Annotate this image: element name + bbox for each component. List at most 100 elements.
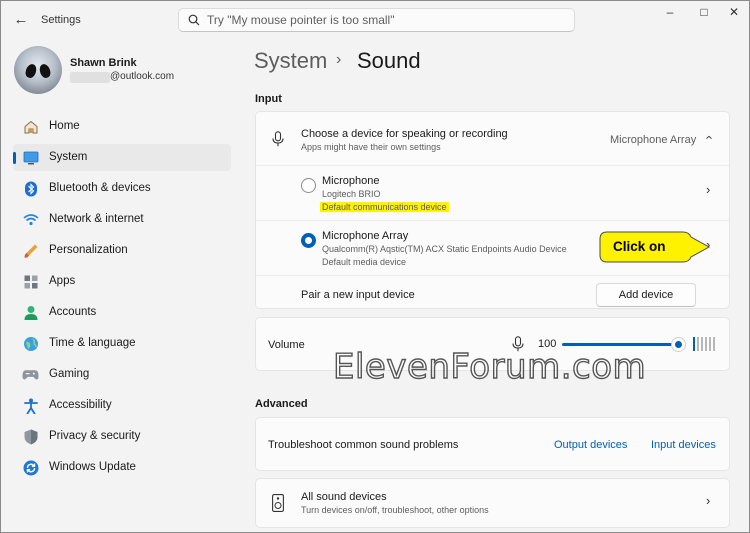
sidebar-item-system[interactable]: System xyxy=(13,144,231,171)
minimize-icon[interactable]: – xyxy=(653,3,687,21)
troubleshoot-card: Troubleshoot common sound problems Outpu… xyxy=(255,417,730,471)
sidebar-item-accounts[interactable]: Accounts xyxy=(13,299,231,326)
privacy-shield-icon xyxy=(22,428,39,445)
sidebar-item-personalization[interactable]: Personalization xyxy=(13,237,231,264)
sidebar-item-label: Gaming xyxy=(49,368,90,380)
sidebar-item-privacy-security[interactable]: Privacy & security xyxy=(13,423,231,450)
sidebar-item-label: Accessibility xyxy=(49,399,112,411)
chevron-up-icon[interactable]: › xyxy=(701,135,716,139)
search-icon xyxy=(188,14,200,26)
sidebar-item-label: System xyxy=(49,151,88,163)
radio-microphone[interactable] xyxy=(301,178,316,193)
breadcrumb-chevron-icon: › xyxy=(336,51,342,68)
sidebar-item-label: Accounts xyxy=(49,306,97,318)
meter-bar xyxy=(705,337,707,351)
meter-bar xyxy=(701,337,703,351)
profile-email: @outlook.com xyxy=(110,71,175,82)
meter-bar xyxy=(709,337,711,351)
sidebar-item-gaming[interactable]: Gaming xyxy=(13,361,231,388)
sidebar-item-label: Personalization xyxy=(49,244,128,256)
avatar-eye-left xyxy=(23,62,39,80)
device-name: Microphone xyxy=(322,175,380,187)
sidebar-item-label: Windows Update xyxy=(49,461,136,473)
device-detail: Qualcomm(R) Aqstic(TM) ACX Static Endpoi… xyxy=(322,244,567,254)
apps-icon xyxy=(22,273,39,290)
choose-device-title: Choose a device for speaking or recordin… xyxy=(301,128,508,140)
accounts-icon xyxy=(22,304,39,321)
callout-text: Click on xyxy=(613,239,666,254)
radio-microphone-array[interactable] xyxy=(301,233,316,248)
network-icon xyxy=(22,211,39,228)
volume-level-meter xyxy=(693,337,717,351)
all-sound-devices-card[interactable]: All sound devices Turn devices on/off, t… xyxy=(255,478,730,528)
meter-bar xyxy=(693,337,695,351)
settings-window: ← Settings – □ ✕ Shawn Brink @outlook.co… xyxy=(0,0,750,533)
meter-bar xyxy=(697,337,699,351)
volume-slider-thumb[interactable] xyxy=(671,337,686,352)
sidebar-item-windows-update[interactable]: Windows Update xyxy=(13,454,231,481)
profile-name: Shawn Brink xyxy=(70,57,137,69)
maximize-icon[interactable]: □ xyxy=(687,3,721,21)
sidebar-item-label: Apps xyxy=(49,275,76,287)
email-redaction xyxy=(70,72,110,83)
volume-slider-track[interactable] xyxy=(562,343,678,346)
sidebar-item-bluetooth[interactable]: Bluetooth & devices xyxy=(13,175,231,202)
avatar-eye-right xyxy=(37,62,53,80)
accessibility-icon xyxy=(22,397,39,414)
choose-device-row[interactable]: Choose a device for speaking or recordin… xyxy=(256,112,729,165)
time-language-icon xyxy=(22,335,39,352)
all-sound-devices-title: All sound devices xyxy=(301,491,387,503)
bluetooth-icon xyxy=(22,180,39,197)
sidebar-item-label: Network & internet xyxy=(49,213,144,225)
sidebar-item-accessibility[interactable]: Accessibility xyxy=(13,392,231,419)
device-detail: Logitech BRIO xyxy=(322,189,381,199)
advanced-section-heading: Advanced xyxy=(255,398,308,410)
choose-device-subtitle: Apps might have their own settings xyxy=(301,142,441,152)
home-icon xyxy=(22,118,39,135)
sidebar-item-home[interactable]: Home xyxy=(13,113,231,140)
sidebar-item-time-language[interactable]: Time & language xyxy=(13,330,231,357)
sidebar-item-apps[interactable]: Apps xyxy=(13,268,231,295)
sidebar-item-label: Privacy & security xyxy=(49,430,141,442)
close-icon[interactable]: ✕ xyxy=(717,3,750,21)
system-icon xyxy=(22,149,39,166)
meter-bar xyxy=(713,337,715,351)
device-status-highlighted: Default communications device xyxy=(320,202,449,212)
sidebar-item-label: Bluetooth & devices xyxy=(49,182,151,194)
device-name: Microphone Array xyxy=(322,230,409,242)
page-title: Sound xyxy=(357,48,421,73)
search-box[interactable] xyxy=(178,8,575,32)
sidebar-item-label: Home xyxy=(49,120,80,132)
watermark: ElevenForum.com xyxy=(332,346,647,387)
chevron-right-icon[interactable]: › xyxy=(706,182,710,197)
device-row-microphone[interactable]: Microphone Logitech BRIO Default communi… xyxy=(256,166,729,220)
troubleshoot-label: Troubleshoot common sound problems xyxy=(268,439,459,451)
app-title: Settings xyxy=(41,14,81,26)
windows-update-icon xyxy=(22,459,39,476)
input-devices-card: Choose a device for speaking or recordin… xyxy=(255,111,730,309)
breadcrumb-parent[interactable]: System xyxy=(254,48,327,74)
chevron-right-icon[interactable]: › xyxy=(706,493,710,508)
all-sound-devices-subtitle: Turn devices on/off, troubleshoot, other… xyxy=(301,505,489,515)
title-bar: ← Settings – □ ✕ xyxy=(1,1,749,39)
back-arrow-icon[interactable]: ← xyxy=(11,11,31,29)
avatar[interactable] xyxy=(14,46,62,94)
search-input[interactable] xyxy=(207,11,567,29)
add-device-button[interactable]: Add device xyxy=(596,283,696,307)
output-devices-link[interactable]: Output devices xyxy=(554,439,627,451)
personalization-icon xyxy=(22,242,39,259)
microphone-icon xyxy=(272,131,284,147)
input-section-heading: Input xyxy=(255,93,282,105)
divider xyxy=(256,275,729,276)
highlighted-text: Default communications device xyxy=(320,202,449,212)
sidebar-nav: Home System Bluetooth & devices Network … xyxy=(13,113,231,485)
device-status: Default media device xyxy=(322,257,407,267)
sidebar-item-label: Time & language xyxy=(49,337,136,349)
gaming-icon xyxy=(22,366,39,383)
speaker-icon xyxy=(272,494,284,512)
selected-device-label: Microphone Array xyxy=(610,134,697,146)
sidebar-item-network[interactable]: Network & internet xyxy=(13,206,231,233)
volume-label: Volume xyxy=(268,339,305,351)
pair-device-label: Pair a new input device xyxy=(301,289,415,301)
input-devices-link[interactable]: Input devices xyxy=(651,439,716,451)
